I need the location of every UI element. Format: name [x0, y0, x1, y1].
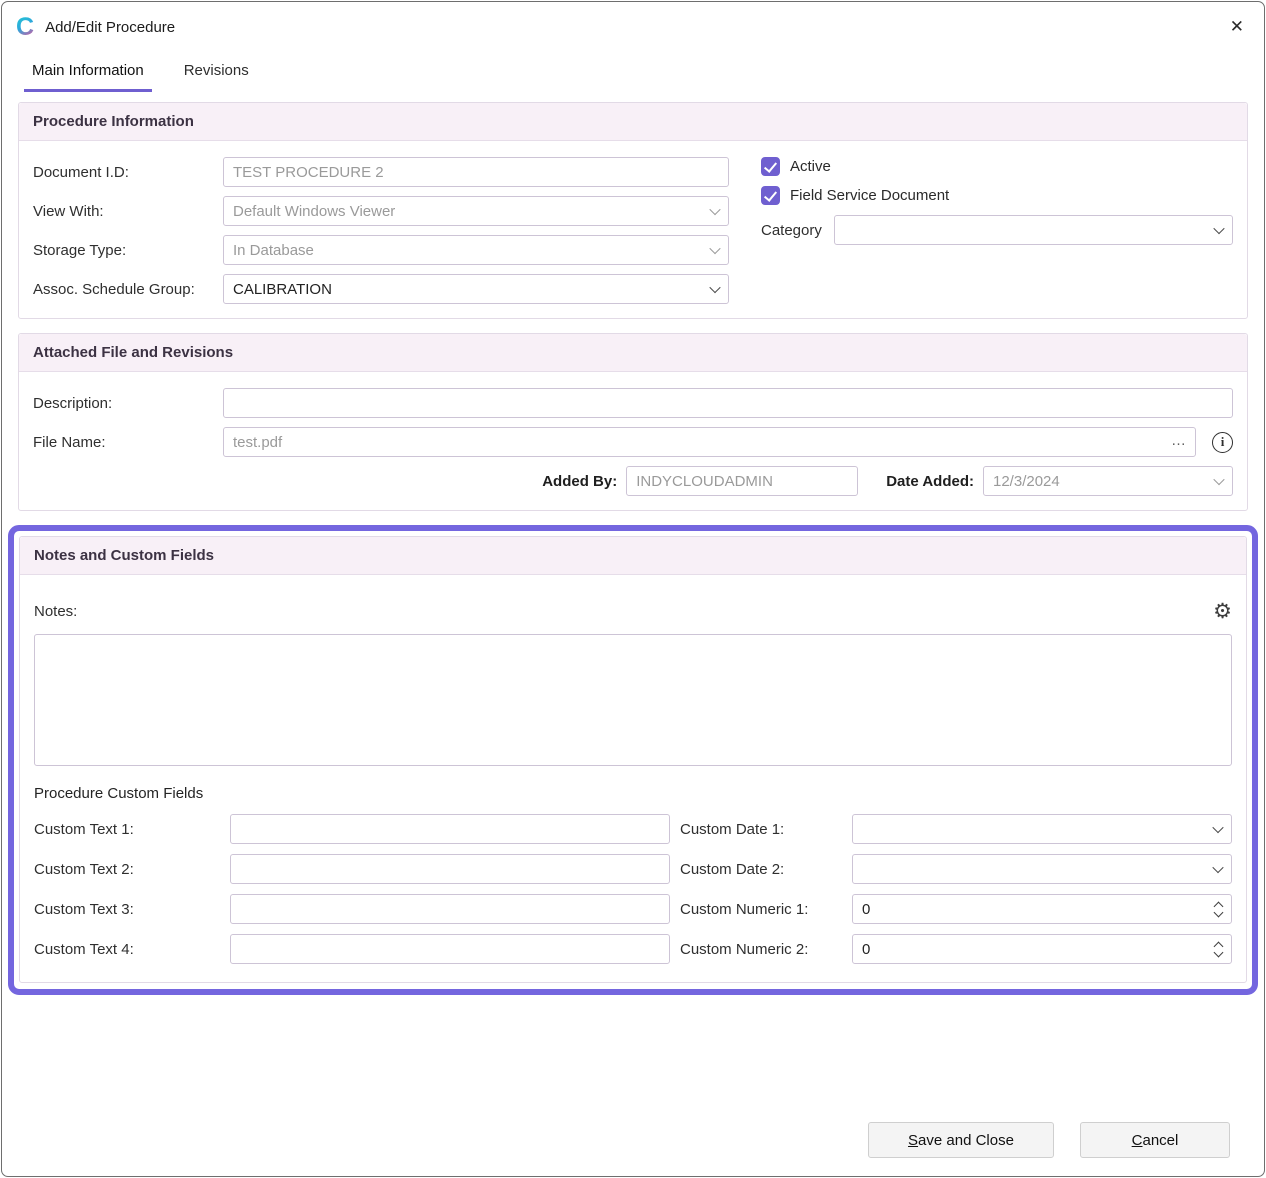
attached-file-section: Attached File and Revisions Description:…: [18, 333, 1248, 511]
tab-main-information[interactable]: Main Information: [24, 56, 152, 92]
custom-text-2-label: Custom Text 2:: [34, 861, 220, 878]
chevron-down-icon: [709, 282, 720, 293]
info-icon[interactable]: i: [1212, 432, 1233, 453]
view-with-label: View With:: [33, 203, 223, 220]
custom-text-1-input[interactable]: [230, 814, 670, 844]
save-and-close-button[interactable]: Save and Close: [868, 1122, 1054, 1158]
custom-numeric-2-value: 0: [862, 941, 870, 958]
custom-numeric-1-stepper[interactable]: 0: [852, 894, 1232, 924]
storage-type-dropdown[interactable]: In Database: [223, 235, 729, 265]
chevron-down-icon: [1212, 822, 1223, 833]
custom-text-2-input[interactable]: [230, 854, 670, 884]
document-id-input[interactable]: [223, 157, 729, 187]
spinner-icon[interactable]: [1215, 943, 1222, 956]
custom-text-3-input[interactable]: [230, 894, 670, 924]
procedure-information-header: Procedure Information: [19, 103, 1247, 141]
assoc-schedule-group-dropdown[interactable]: CALIBRATION: [223, 274, 729, 304]
field-service-document-checkbox[interactable]: [761, 186, 780, 205]
assoc-schedule-group-value: CALIBRATION: [233, 281, 332, 298]
notes-custom-fields-header: Notes and Custom Fields: [20, 537, 1246, 575]
custom-fields-grid: Custom Text 1: Custom Date 1: Custom Tex…: [34, 814, 1232, 968]
attached-file-header: Attached File and Revisions: [19, 334, 1247, 372]
notes-custom-fields-section: Notes and Custom Fields Notes: ⚙ Procedu…: [19, 536, 1247, 983]
storage-type-value: In Database: [233, 242, 314, 259]
title-bar: C Add/Edit Procedure ✕: [2, 2, 1264, 52]
custom-text-4-input[interactable]: [230, 934, 670, 964]
custom-date-2-label: Custom Date 2:: [680, 861, 842, 878]
chevron-down-icon: [1213, 474, 1224, 485]
procedure-custom-fields-title: Procedure Custom Fields: [34, 785, 1232, 802]
view-with-value: Default Windows Viewer: [233, 203, 395, 220]
procedure-information-section: Procedure Information Document I.D: View…: [18, 102, 1248, 319]
added-by-label: Added By:: [542, 473, 617, 490]
add-edit-procedure-dialog: C Add/Edit Procedure ✕ Main Information …: [1, 1, 1265, 1177]
category-label: Category: [761, 222, 822, 239]
description-input[interactable]: [223, 388, 1233, 418]
custom-date-1-label: Custom Date 1:: [680, 821, 842, 838]
notes-label: Notes:: [34, 603, 77, 620]
dialog-content: Procedure Information Document I.D: View…: [2, 92, 1264, 995]
custom-date-2-dropdown[interactable]: [852, 854, 1232, 884]
app-logo-icon: C: [16, 15, 34, 40]
custom-numeric-2-label: Custom Numeric 2:: [680, 941, 842, 958]
custom-text-4-label: Custom Text 4:: [34, 941, 220, 958]
view-with-dropdown[interactable]: Default Windows Viewer: [223, 196, 729, 226]
added-by-input[interactable]: [626, 466, 858, 496]
file-name-input[interactable]: [223, 427, 1196, 457]
date-added-dropdown[interactable]: 12/3/2024: [983, 466, 1233, 496]
custom-text-3-label: Custom Text 3:: [34, 901, 220, 918]
spinner-icon[interactable]: [1215, 903, 1222, 916]
custom-numeric-2-stepper[interactable]: 0: [852, 934, 1232, 964]
file-name-label: File Name:: [33, 434, 223, 451]
chevron-down-icon: [1213, 223, 1224, 234]
gear-icon[interactable]: ⚙: [1213, 601, 1232, 622]
window-title: Add/Edit Procedure: [45, 19, 175, 36]
cancel-button[interactable]: Cancel: [1080, 1122, 1230, 1158]
custom-date-1-dropdown[interactable]: [852, 814, 1232, 844]
custom-text-1-label: Custom Text 1:: [34, 821, 220, 838]
footer-button-bar: Save and Close Cancel: [868, 1122, 1230, 1158]
custom-numeric-1-value: 0: [862, 901, 870, 918]
storage-type-label: Storage Type:: [33, 242, 223, 259]
document-id-label: Document I.D:: [33, 164, 223, 181]
chevron-down-icon: [709, 204, 720, 215]
custom-numeric-1-label: Custom Numeric 1:: [680, 901, 842, 918]
notes-textarea[interactable]: [34, 634, 1232, 766]
tab-revisions[interactable]: Revisions: [182, 56, 251, 92]
notes-section-highlight-border: Notes and Custom Fields Notes: ⚙ Procedu…: [8, 525, 1258, 995]
chevron-down-icon: [709, 243, 720, 254]
category-dropdown[interactable]: [834, 215, 1233, 245]
browse-file-button[interactable]: …: [1171, 432, 1187, 449]
assoc-schedule-group-label: Assoc. Schedule Group:: [33, 281, 223, 298]
close-icon[interactable]: ✕: [1230, 17, 1244, 37]
date-added-value: 12/3/2024: [993, 473, 1060, 490]
tab-bar: Main Information Revisions: [2, 52, 1264, 92]
cancel-label: Cancel: [1132, 1132, 1179, 1149]
save-and-close-label: Save and Close: [908, 1132, 1014, 1149]
active-checkbox[interactable]: [761, 157, 780, 176]
date-added-label: Date Added:: [886, 473, 974, 490]
field-service-document-label: Field Service Document: [790, 187, 949, 204]
description-label: Description:: [33, 395, 223, 412]
chevron-down-icon: [1212, 862, 1223, 873]
active-checkbox-label: Active: [790, 158, 831, 175]
